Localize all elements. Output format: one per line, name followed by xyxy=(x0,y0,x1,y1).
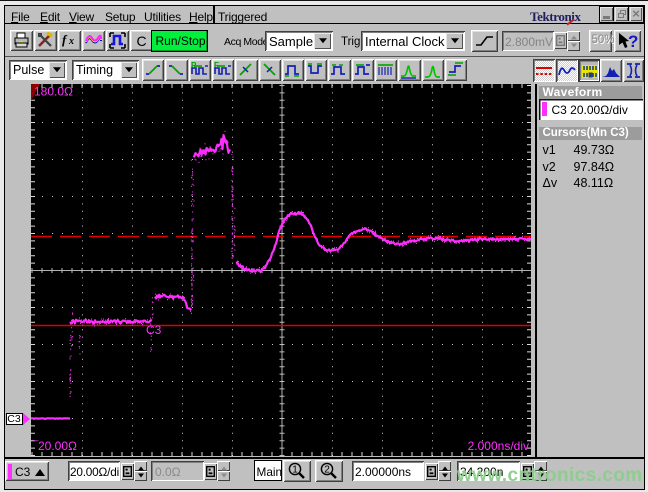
svg-text:2.000ns/div: 2.000ns/div xyxy=(468,439,529,453)
svg-text:‾20.00Ω: ‾20.00Ω xyxy=(33,439,77,453)
svg-text:2: 2 xyxy=(324,464,330,475)
svg-text:C3: C3 xyxy=(146,323,162,337)
svg-text:?: ? xyxy=(628,32,638,50)
svg-text:1: 1 xyxy=(292,464,298,475)
svg-text:180.0Ω: 180.0Ω xyxy=(34,85,73,99)
